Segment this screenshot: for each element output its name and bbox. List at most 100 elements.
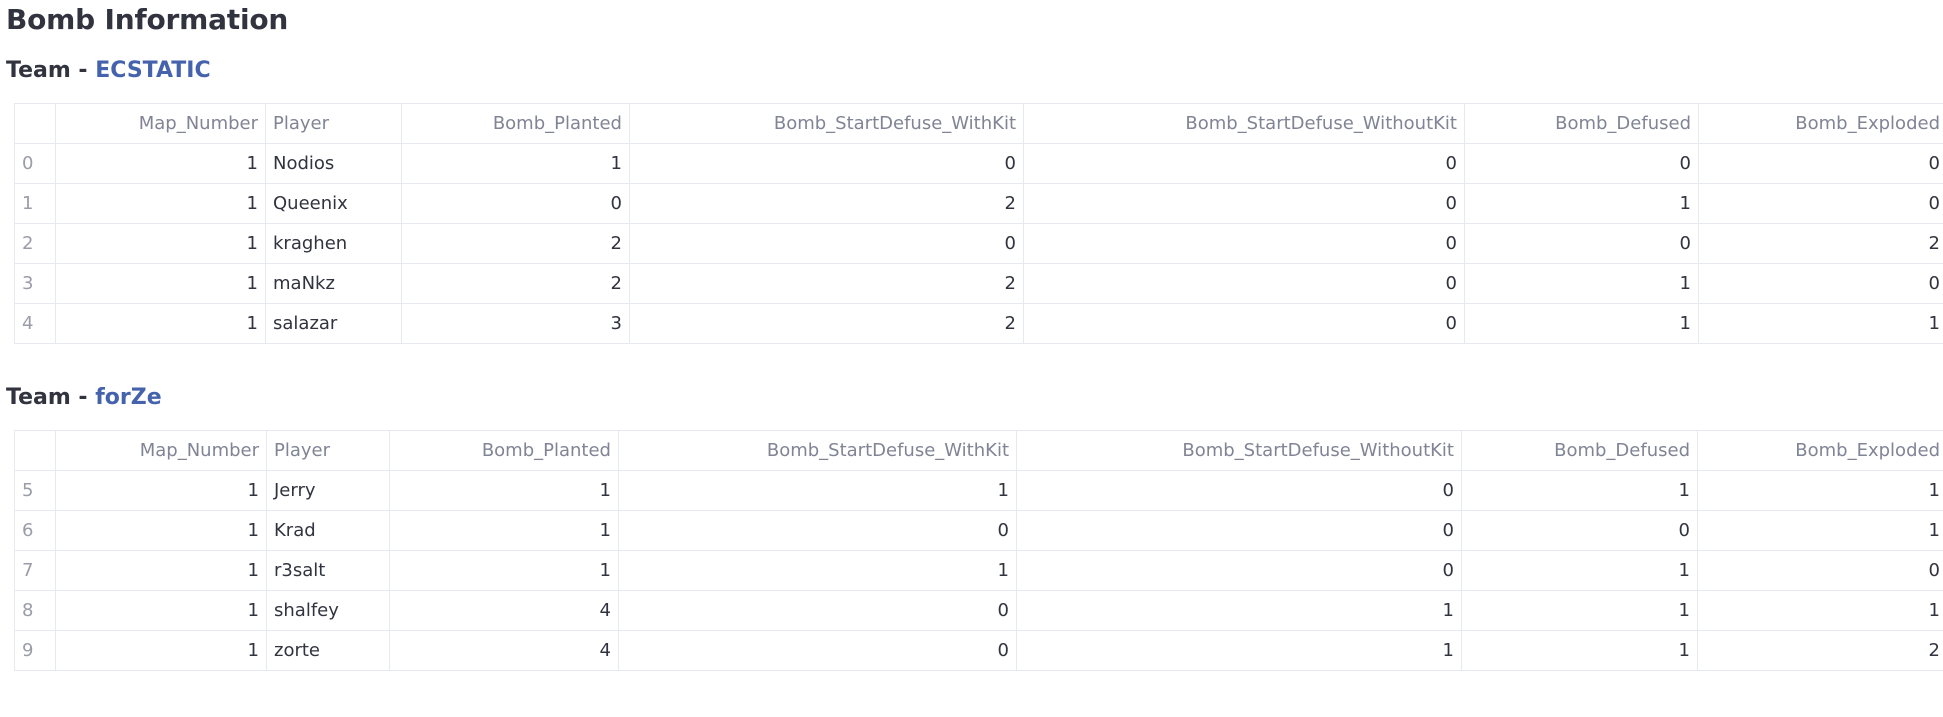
cell-bomb-defused: 1 xyxy=(1464,263,1699,304)
cell-bomb-defused: 1 xyxy=(1461,550,1698,591)
cell-bomb-startdefuse-withkit: 1 xyxy=(618,470,1017,511)
header-map-number[interactable]: Map_Number xyxy=(55,430,267,471)
cell-bomb-planted: 4 xyxy=(389,630,619,671)
cell-bomb-exploded: 1 xyxy=(1697,590,1943,631)
bomb-table-ecstatic: Map_Number Player Bomb_Planted Bomb_Star… xyxy=(14,103,1943,344)
cell-bomb-startdefuse-withkit: 1 xyxy=(618,550,1017,591)
cell-bomb-startdefuse-withkit: 0 xyxy=(629,223,1024,264)
cell-player: Jerry xyxy=(266,470,390,511)
table-row: 7 1 r3salt 1 1 0 1 0 xyxy=(14,550,1943,591)
header-bomb-startdefuse-withoutkit[interactable]: Bomb_StartDefuse_WithoutKit xyxy=(1023,103,1465,144)
cell-bomb-defused: 0 xyxy=(1461,510,1698,551)
table-row: 2 1 kraghen 2 0 0 0 2 xyxy=(14,223,1943,264)
header-player[interactable]: Player xyxy=(266,430,390,471)
cell-index: 4 xyxy=(14,303,56,344)
cell-bomb-startdefuse-withoutkit: 0 xyxy=(1023,223,1465,264)
cell-bomb-startdefuse-withkit: 0 xyxy=(618,510,1017,551)
header-bomb-defused[interactable]: Bomb_Defused xyxy=(1461,430,1698,471)
cell-bomb-planted: 2 xyxy=(401,263,630,304)
table-header-row: Map_Number Player Bomb_Planted Bomb_Star… xyxy=(14,430,1943,471)
cell-bomb-startdefuse-withoutkit: 1 xyxy=(1016,590,1462,631)
cell-bomb-exploded: 1 xyxy=(1697,470,1943,511)
cell-player: r3salt xyxy=(266,550,390,591)
header-map-number[interactable]: Map_Number xyxy=(55,103,266,144)
cell-bomb-startdefuse-withoutkit: 0 xyxy=(1016,550,1462,591)
cell-map-number: 1 xyxy=(55,630,267,671)
cell-bomb-planted: 4 xyxy=(389,590,619,631)
cell-player: zorte xyxy=(266,630,390,671)
cell-map-number: 1 xyxy=(55,223,266,264)
cell-player: kraghen xyxy=(265,223,402,264)
cell-bomb-exploded: 2 xyxy=(1698,223,1943,264)
header-bomb-exploded[interactable]: Bomb_Exploded xyxy=(1697,430,1943,471)
cell-bomb-planted: 3 xyxy=(401,303,630,344)
team-heading-prefix: Team - xyxy=(6,58,96,83)
cell-bomb-startdefuse-withoutkit: 0 xyxy=(1023,263,1465,304)
cell-bomb-startdefuse-withoutkit: 0 xyxy=(1023,183,1465,224)
header-bomb-defused[interactable]: Bomb_Defused xyxy=(1464,103,1699,144)
header-index[interactable] xyxy=(14,103,56,144)
cell-player: shalfey xyxy=(266,590,390,631)
cell-bomb-defused: 0 xyxy=(1464,143,1699,184)
cell-bomb-exploded: 1 xyxy=(1697,510,1943,551)
header-bomb-planted[interactable]: Bomb_Planted xyxy=(401,103,630,144)
cell-map-number: 1 xyxy=(55,183,266,224)
cell-player: maNkz xyxy=(265,263,402,304)
table-row: 4 1 salazar 3 2 0 1 1 xyxy=(14,303,1943,344)
team-heading-prefix: Team - xyxy=(6,385,96,410)
cell-bomb-exploded: 2 xyxy=(1697,630,1943,671)
cell-index: 1 xyxy=(14,183,56,224)
cell-bomb-planted: 2 xyxy=(401,223,630,264)
bomb-table-forze: Map_Number Player Bomb_Planted Bomb_Star… xyxy=(14,430,1943,671)
header-bomb-startdefuse-withoutkit[interactable]: Bomb_StartDefuse_WithoutKit xyxy=(1016,430,1462,471)
header-index[interactable] xyxy=(14,430,56,471)
table-row: 0 1 Nodios 1 0 0 0 0 xyxy=(14,143,1943,184)
header-bomb-planted[interactable]: Bomb_Planted xyxy=(389,430,619,471)
cell-player: Nodios xyxy=(265,143,402,184)
table-row: 6 1 Krad 1 0 0 0 1 xyxy=(14,510,1943,551)
table-header-row: Map_Number Player Bomb_Planted Bomb_Star… xyxy=(14,103,1943,144)
header-bomb-startdefuse-withkit[interactable]: Bomb_StartDefuse_WithKit xyxy=(629,103,1024,144)
cell-player: Queenix xyxy=(265,183,402,224)
table-ecstatic-wrap: Map_Number Player Bomb_Planted Bomb_Star… xyxy=(14,103,1943,344)
cell-bomb-defused: 1 xyxy=(1461,630,1698,671)
cell-bomb-startdefuse-withoutkit: 0 xyxy=(1023,303,1465,344)
cell-map-number: 1 xyxy=(55,263,266,304)
cell-bomb-exploded: 0 xyxy=(1697,550,1943,591)
header-player[interactable]: Player xyxy=(265,103,402,144)
team-heading-forze: Team - forZe xyxy=(6,384,1937,412)
cell-map-number: 1 xyxy=(55,590,267,631)
cell-index: 5 xyxy=(14,470,56,511)
header-bomb-startdefuse-withkit[interactable]: Bomb_StartDefuse_WithKit xyxy=(618,430,1017,471)
cell-bomb-startdefuse-withkit: 2 xyxy=(629,183,1024,224)
cell-bomb-startdefuse-withkit: 0 xyxy=(618,590,1017,631)
cell-bomb-startdefuse-withkit: 2 xyxy=(629,263,1024,304)
table-row: 9 1 zorte 4 0 1 1 2 xyxy=(14,630,1943,671)
cell-bomb-planted: 1 xyxy=(401,143,630,184)
cell-bomb-startdefuse-withoutkit: 0 xyxy=(1016,510,1462,551)
cell-index: 9 xyxy=(14,630,56,671)
cell-bomb-startdefuse-withoutkit: 0 xyxy=(1023,143,1465,184)
cell-bomb-startdefuse-withoutkit: 1 xyxy=(1016,630,1462,671)
cell-bomb-exploded: 0 xyxy=(1698,183,1943,224)
cell-bomb-startdefuse-withkit: 0 xyxy=(618,630,1017,671)
cell-map-number: 1 xyxy=(55,510,267,551)
cell-index: 3 xyxy=(14,263,56,304)
cell-bomb-defused: 1 xyxy=(1464,303,1699,344)
cell-bomb-exploded: 1 xyxy=(1698,303,1943,344)
cell-bomb-exploded: 0 xyxy=(1698,143,1943,184)
cell-bomb-planted: 1 xyxy=(389,510,619,551)
cell-bomb-startdefuse-withoutkit: 0 xyxy=(1016,470,1462,511)
cell-map-number: 1 xyxy=(55,550,267,591)
cell-bomb-planted: 1 xyxy=(389,470,619,511)
cell-player: Krad xyxy=(266,510,390,551)
header-bomb-exploded[interactable]: Bomb_Exploded xyxy=(1698,103,1943,144)
cell-index: 8 xyxy=(14,590,56,631)
cell-index: 2 xyxy=(14,223,56,264)
page: Bomb Information Team - ECSTATIC Map_Num… xyxy=(0,0,1943,717)
team-heading-ecstatic: Team - ECSTATIC xyxy=(6,57,1937,85)
cell-bomb-defused: 0 xyxy=(1464,223,1699,264)
table-forze-wrap: Map_Number Player Bomb_Planted Bomb_Star… xyxy=(14,430,1943,671)
cell-bomb-startdefuse-withkit: 0 xyxy=(629,143,1024,184)
cell-index: 7 xyxy=(14,550,56,591)
